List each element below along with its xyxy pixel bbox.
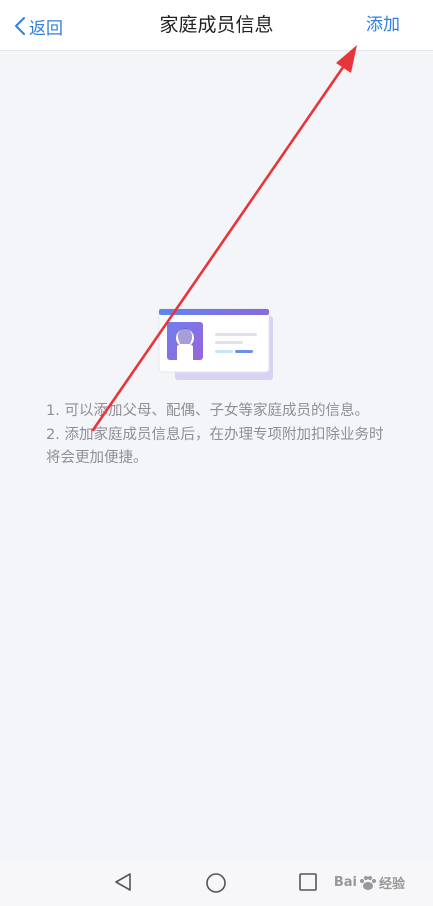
circle-home-icon[interactable] <box>205 872 227 894</box>
triangle-back-icon[interactable] <box>113 872 133 892</box>
system-nav-bar: Bai 经验 <box>0 858 433 906</box>
watermark-text-right: 经验 <box>378 877 405 892</box>
tip-line-2: 2. 添加家庭成员信息后，在办理专项附加扣除业务时将会更加便捷。 <box>46 426 384 467</box>
add-button[interactable]: 添加 <box>366 12 400 38</box>
id-card-illustration <box>158 308 273 380</box>
watermark: Bai 经验 <box>334 873 405 892</box>
square-recents-icon[interactable] <box>298 872 318 892</box>
paw-icon <box>359 875 376 890</box>
tip-line-1: 1. 可以添加父母、配偶、子女等家庭成员的信息。 <box>46 403 369 419</box>
watermark-text-left: Bai <box>333 875 357 890</box>
tips-text: 1. 可以添加父母、配偶、子女等家庭成员的信息。 2. 添加家庭成员信息后，在办… <box>46 400 396 471</box>
top-nav-bar: 返回 家庭成员信息 添加 <box>0 0 433 51</box>
